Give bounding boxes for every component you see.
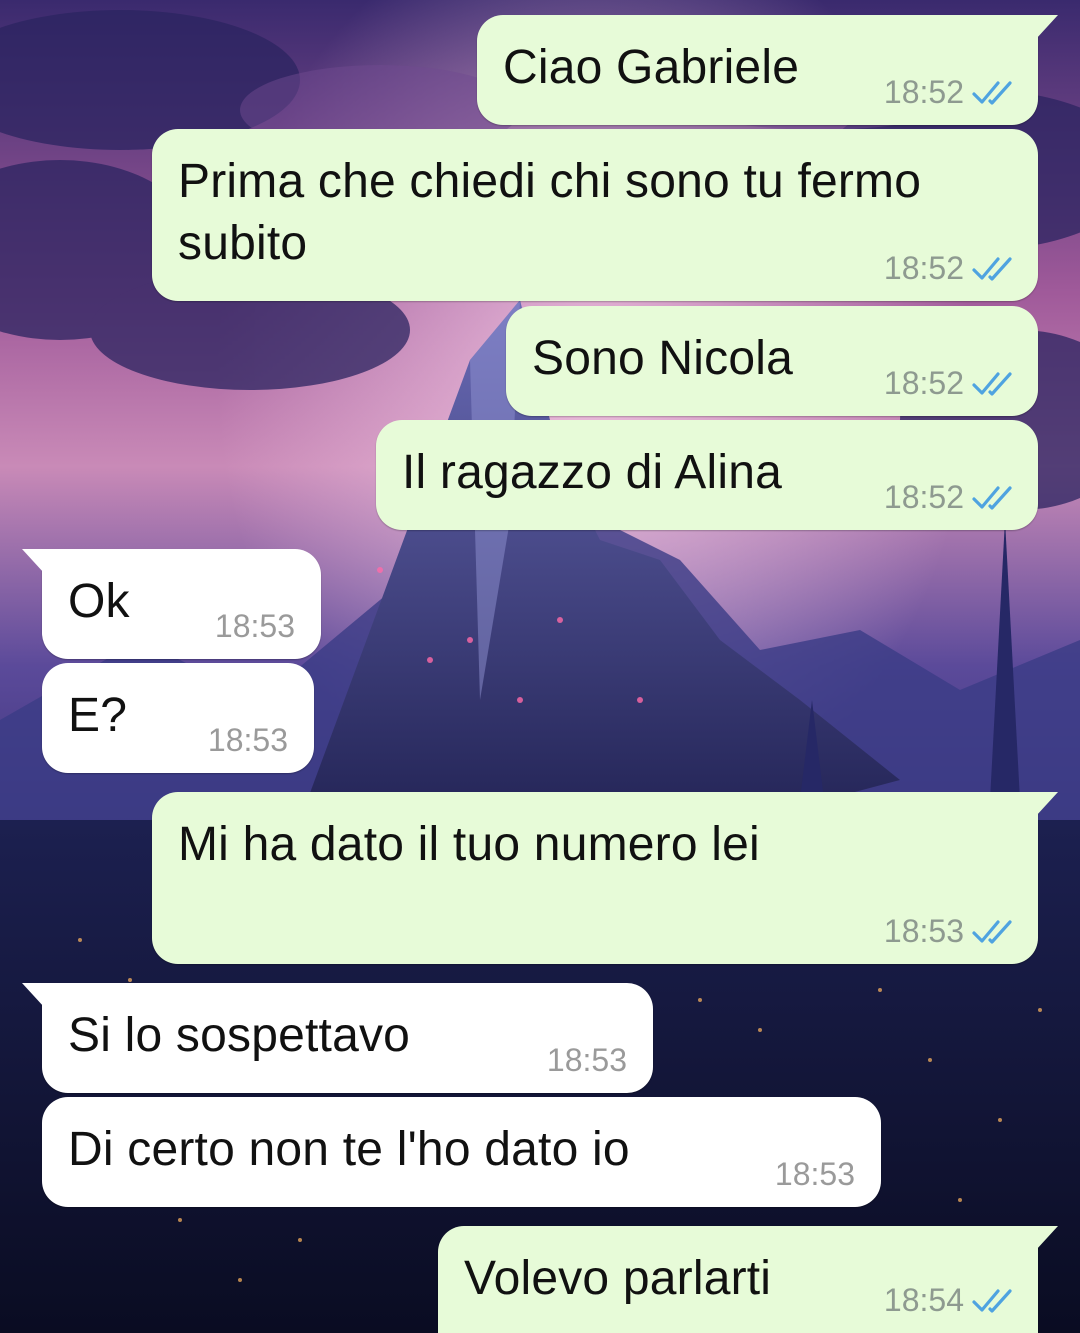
bubble-tail bbox=[1036, 15, 1058, 39]
message-bubble-outgoing[interactable]: Mi ha dato il tuo numero lei 18:53 bbox=[152, 792, 1058, 964]
double-check-icon bbox=[972, 919, 1012, 944]
message-bubble-outgoing[interactable]: Sono Nicola 18:52 bbox=[506, 306, 1038, 416]
double-check-icon bbox=[972, 371, 1012, 396]
message-time: 18:53 bbox=[207, 722, 288, 758]
message-meta: 18:52 bbox=[884, 250, 1014, 287]
double-check-icon bbox=[972, 256, 1012, 281]
bubble-tail bbox=[1036, 792, 1058, 816]
message-meta: 18:52 bbox=[884, 479, 1014, 516]
message-meta: 18:54 bbox=[884, 1282, 1014, 1319]
message-meta: 18:53 bbox=[884, 913, 1014, 950]
bubble-tail bbox=[22, 549, 44, 573]
double-check-icon bbox=[972, 485, 1012, 510]
message-time: 18:53 bbox=[883, 913, 964, 949]
message-time: 18:52 bbox=[883, 74, 964, 110]
message-meta: 18:53 bbox=[215, 608, 295, 645]
message-bubble-incoming[interactable]: Di certo non te l'ho dato io 18:53 bbox=[42, 1097, 881, 1207]
message-meta: 18:53 bbox=[775, 1156, 855, 1193]
bubble-tail bbox=[22, 983, 44, 1007]
message-time: 18:53 bbox=[774, 1156, 855, 1192]
message-bubble-outgoing[interactable]: Volevo parlarti 18:54 bbox=[438, 1226, 1058, 1333]
message-time: 18:52 bbox=[883, 479, 964, 515]
double-check-icon bbox=[972, 80, 1012, 105]
message-bubble-incoming[interactable]: E? 18:53 bbox=[42, 663, 314, 773]
message-text: Mi ha dato il tuo numero lei bbox=[178, 818, 760, 871]
message-bubble-incoming[interactable]: Si lo sospettavo 18:53 bbox=[22, 983, 653, 1093]
message-time: 18:52 bbox=[883, 250, 964, 286]
message-bubble-outgoing[interactable]: Il ragazzo di Alina 18:52 bbox=[376, 420, 1038, 530]
message-meta: 18:53 bbox=[208, 722, 288, 759]
message-meta: 18:52 bbox=[884, 365, 1014, 402]
message-bubble-outgoing[interactable]: Ciao Gabriele 18:52 bbox=[477, 15, 1058, 125]
message-time: 18:54 bbox=[883, 1282, 964, 1318]
message-meta: 18:53 bbox=[547, 1042, 627, 1079]
message-time: 18:53 bbox=[546, 1042, 627, 1078]
message-time: 18:52 bbox=[883, 365, 964, 401]
message-bubble-incoming[interactable]: Ok 18:53 bbox=[22, 549, 321, 659]
message-meta: 18:52 bbox=[884, 74, 1014, 111]
message-bubble-outgoing[interactable]: Prima che chiedi chi sono tu fermo subit… bbox=[152, 129, 1038, 301]
message-time: 18:53 bbox=[214, 608, 295, 644]
message-list[interactable]: Ciao Gabriele 18:52 Prima che chiedi chi… bbox=[0, 0, 1080, 1333]
double-check-icon bbox=[972, 1288, 1012, 1313]
message-text: Di certo non te l'ho dato io bbox=[68, 1123, 630, 1176]
message-text: Si lo sospettavo bbox=[68, 1009, 411, 1062]
bubble-tail bbox=[1036, 1226, 1058, 1250]
